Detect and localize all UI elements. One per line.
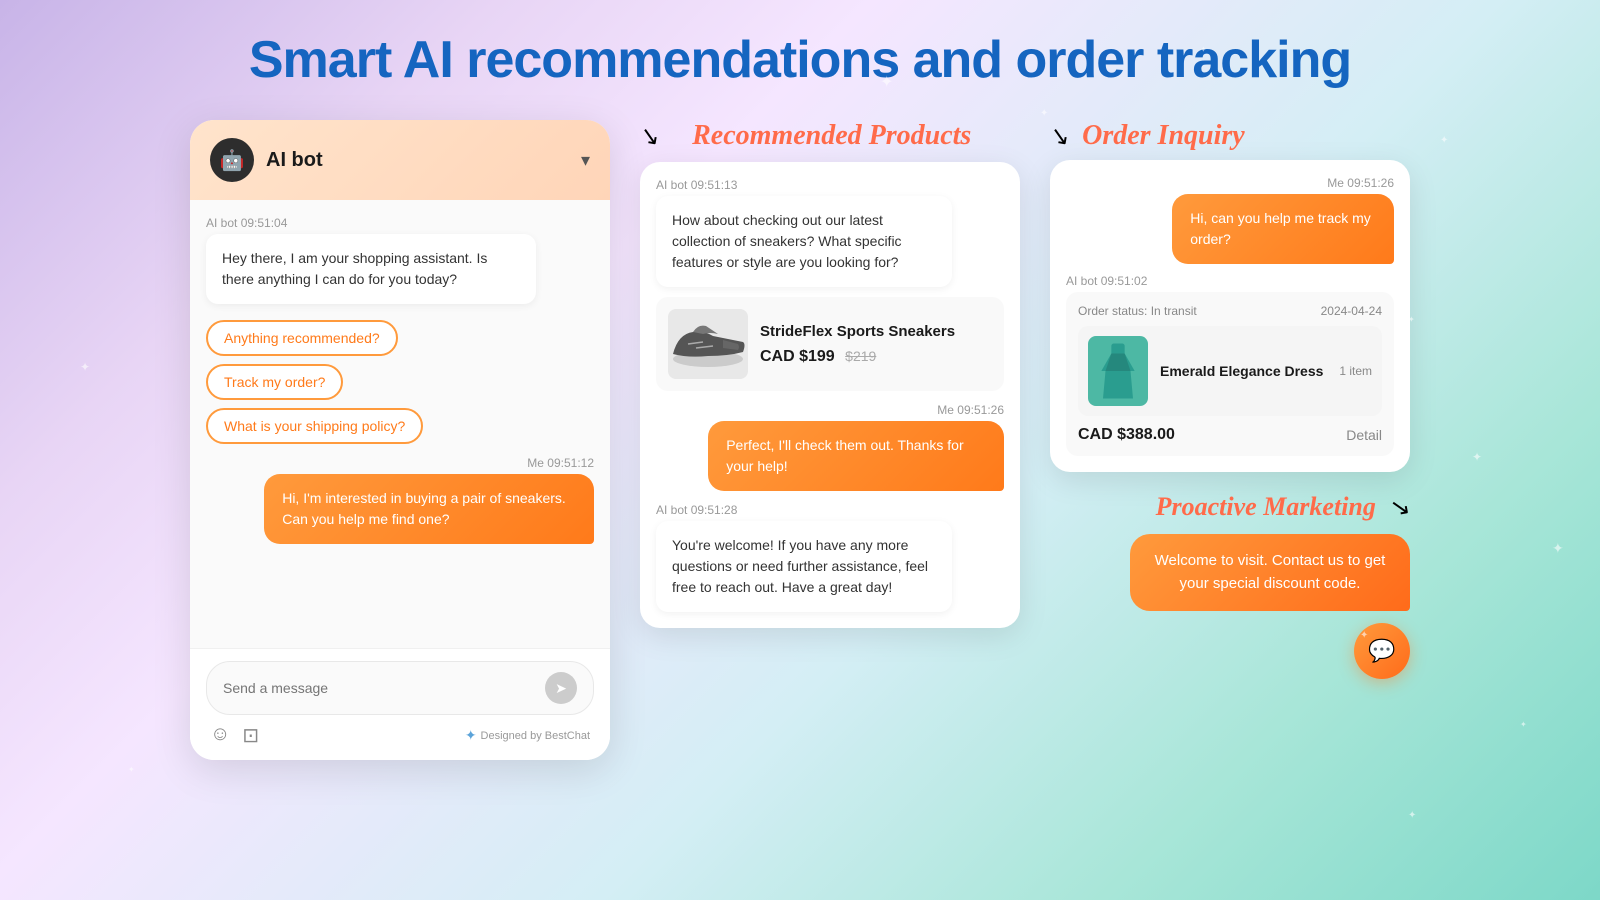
rec-user-bubble: Perfect, I'll check them out. Thanks for…: [708, 421, 1004, 491]
bot-time-1: AI bot 09:51:04: [206, 216, 594, 230]
order-status: Order status: In transit: [1078, 304, 1197, 318]
marketing-bubble: Welcome to visit. Contact us to get your…: [1130, 534, 1410, 611]
order-user-time: Me 09:51:26: [1327, 176, 1394, 190]
brand-label: ✦ Designed by BestChat: [465, 727, 590, 744]
arrow-icon: ↙: [638, 120, 663, 152]
page-title: Smart AI recommendations and order track…: [0, 0, 1600, 110]
emoji-icon[interactable]: ☺: [210, 723, 230, 748]
right-panel: ↙ Order Inquiry Me 09:51:26 Hi, can you …: [1050, 120, 1410, 679]
quick-reply-shipping[interactable]: What is your shipping policy?: [206, 408, 423, 444]
rec-user-time: Me 09:51:26: [937, 403, 1004, 417]
chat-header: 🤖 AI bot ▾: [190, 120, 610, 200]
order-item-row: Emerald Elegance Dress 1 item: [1078, 326, 1382, 416]
order-date: 2024-04-24: [1321, 304, 1382, 318]
order-footer: CAD $388.00 Detail: [1078, 426, 1382, 444]
proactive-label-row: Proactive Marketing ↘: [1156, 492, 1410, 522]
chat-input-row: ➤: [206, 661, 594, 715]
rec-user-wrap: Me 09:51:26 Perfect, I'll check them out…: [656, 403, 1004, 491]
detail-link[interactable]: Detail: [1346, 427, 1382, 443]
recommended-chat-card: AI bot 09:51:13 How about checking out o…: [640, 162, 1020, 628]
order-inquiry-label: Order Inquiry: [1082, 120, 1245, 152]
user-bubble-1: Hi, I'm interested in buying a pair of s…: [264, 474, 594, 544]
chat-widget: 🤖 AI bot ▾ AI bot 09:51:04 Hey there, I …: [190, 120, 610, 760]
recommended-panel: ↙ Recommended Products AI bot 09:51:13 H…: [640, 120, 1020, 628]
rec-bot-meta: AI bot 09:51:13 How about checking out o…: [656, 178, 1004, 287]
recommended-label-row: ↙ Recommended Products: [640, 120, 1020, 152]
bot-message-1: AI bot 09:51:04 Hey there, I am your sho…: [206, 216, 594, 304]
order-arrow-icon: ↙: [1048, 120, 1073, 152]
order-bot-time: AI bot 09:51:02: [1066, 274, 1394, 288]
bot-bubble-1: Hey there, I am your shopping assistant.…: [206, 234, 536, 304]
order-item-name: Emerald Elegance Dress: [1160, 363, 1327, 379]
recommended-label: Recommended Products: [672, 120, 971, 152]
rec-bot2-wrap: AI bot 09:51:28 You're welcome! If you h…: [656, 503, 1004, 612]
order-item-count: 1 item: [1339, 364, 1372, 378]
order-section: ↙ Order Inquiry Me 09:51:26 Hi, can you …: [1050, 120, 1410, 472]
proactive-label: Proactive Marketing: [1156, 492, 1376, 522]
quick-reply-recommended[interactable]: Anything recommended?: [206, 320, 398, 356]
product-name: StrideFlex Sports Sneakers: [760, 323, 992, 340]
user-message-wrap: Me 09:51:12 Hi, I'm interested in buying…: [206, 456, 594, 544]
send-button[interactable]: ➤: [545, 672, 577, 704]
product-old-price: $219: [845, 348, 876, 364]
content-area: 🤖 AI bot ▾ AI bot 09:51:04 Hey there, I …: [0, 110, 1600, 770]
dress-svg: [1093, 341, 1143, 401]
order-label-row: ↙ Order Inquiry: [1050, 120, 1410, 152]
chat-body: AI bot 09:51:04 Hey there, I am your sho…: [190, 200, 610, 648]
proactive-arrow-icon: ↘: [1388, 491, 1413, 523]
quick-replies: Anything recommended? Track my order? Wh…: [206, 320, 594, 444]
chat-actions: ☺ ⊡ ✦ Designed by BestChat: [206, 723, 594, 748]
chevron-down-icon[interactable]: ▾: [581, 150, 590, 171]
product-thumbnail: [668, 309, 748, 379]
user-time-1: Me 09:51:12: [527, 456, 594, 470]
order-user-bubble: Hi, can you help me track my order?: [1172, 194, 1394, 264]
product-info: StrideFlex Sports Sneakers CAD $199 $219: [760, 323, 992, 366]
order-item-info: Emerald Elegance Dress: [1160, 363, 1327, 379]
product-card: StrideFlex Sports Sneakers CAD $199 $219: [656, 297, 1004, 391]
bot-avatar: 🤖: [210, 138, 254, 182]
order-card: Me 09:51:26 Hi, can you help me track my…: [1050, 160, 1410, 472]
dress-thumbnail: [1088, 336, 1148, 406]
product-price: CAD $199: [760, 348, 835, 365]
rec-bot-bubble2: You're welcome! If you have any more que…: [656, 521, 952, 612]
order-detail-box: Order status: In transit 2024-04-24: [1066, 292, 1394, 456]
chat-bubble-icon[interactable]: 💬: [1354, 623, 1410, 679]
bot-name: AI bot: [266, 149, 323, 172]
rec-bot-time: AI bot 09:51:13: [656, 178, 1004, 192]
chat-footer: ➤ ☺ ⊡ ✦ Designed by BestChat: [190, 648, 610, 760]
quick-reply-track[interactable]: Track my order?: [206, 364, 343, 400]
order-price: CAD $388.00: [1078, 426, 1175, 444]
image-icon[interactable]: ⊡: [242, 723, 259, 748]
chat-header-left: 🤖 AI bot: [210, 138, 323, 182]
order-status-row: Order status: In transit 2024-04-24: [1078, 304, 1382, 318]
order-user-wrap: Me 09:51:26 Hi, can you help me track my…: [1066, 176, 1394, 264]
chat-input[interactable]: [223, 680, 537, 696]
sneaker-svg: [668, 314, 748, 374]
rec-bot-bubble: How about checking out our latest collec…: [656, 196, 952, 287]
proactive-section: Proactive Marketing ↘ Welcome to visit. …: [1050, 492, 1410, 679]
rec-bot-time2: AI bot 09:51:28: [656, 503, 1004, 517]
